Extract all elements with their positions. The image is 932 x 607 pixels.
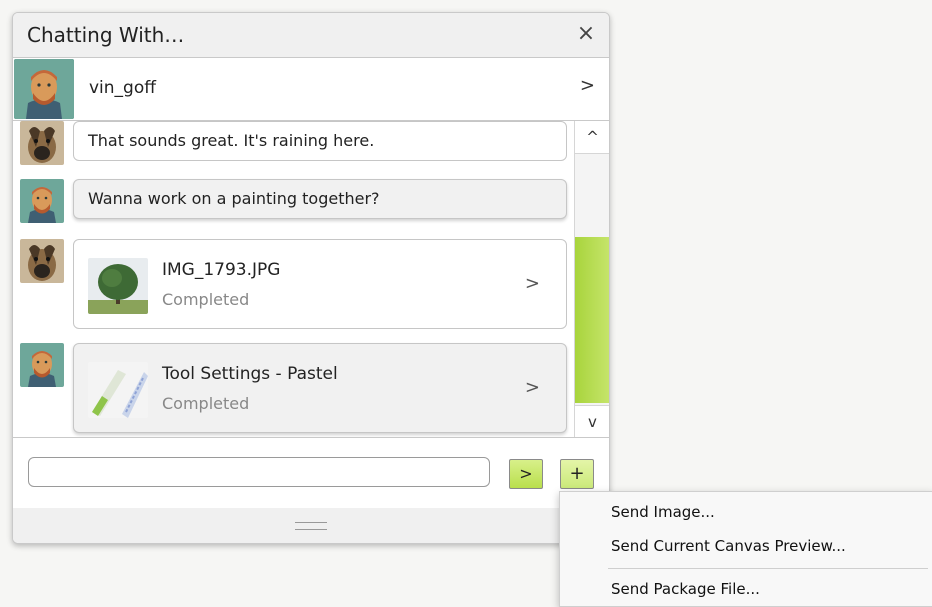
grip-icon [295, 522, 327, 530]
send-button[interactable]: > [509, 459, 543, 489]
scroll-down-button[interactable]: v [575, 405, 609, 438]
resize-grip[interactable] [13, 508, 609, 543]
message-text: That sounds great. It's raining here. [88, 131, 375, 150]
message-bubble[interactable]: Wanna work on a painting together? [73, 179, 567, 219]
menu-item-send-package-file[interactable]: Send Package File... [611, 580, 760, 598]
avatar [20, 179, 64, 223]
menu-separator [608, 568, 928, 569]
title-bar[interactable]: Chatting With… × [13, 13, 609, 58]
scroll-up-button[interactable]: ^ [575, 121, 609, 154]
file-status: Completed [162, 394, 250, 413]
pastel-tool-icon [88, 362, 148, 418]
file-transfer-card[interactable]: Tool Settings - Pastel Completed > [73, 343, 567, 433]
file-name: Tool Settings - Pastel [162, 364, 338, 384]
message-list[interactable]: That sounds great. It's raining here. Wa… [13, 121, 609, 437]
message-input[interactable] [28, 457, 490, 487]
vertical-scrollbar[interactable]: ^ v [574, 121, 609, 438]
avatar [20, 239, 64, 283]
chevron-right-icon[interactable]: > [525, 377, 540, 398]
chevron-right-icon[interactable]: > [525, 273, 540, 294]
contact-row[interactable]: vin_goff > [13, 58, 609, 121]
scrollbar-thumb[interactable] [575, 237, 609, 403]
avatar [20, 343, 64, 387]
menu-item-send-canvas-preview[interactable]: Send Current Canvas Preview... [611, 537, 846, 555]
message-text: Wanna work on a painting together? [88, 189, 380, 208]
window-title: Chatting With… [27, 23, 185, 47]
message-bubble[interactable]: That sounds great. It's raining here. [73, 121, 567, 161]
image-thumbnail [88, 258, 148, 314]
composer: > + [13, 437, 609, 509]
file-name: IMG_1793.JPG [162, 260, 281, 280]
attach-context-menu: Send Image... Send Current Canvas Previe… [559, 491, 932, 607]
contact-name: vin_goff [89, 78, 156, 98]
menu-item-send-image[interactable]: Send Image... [611, 503, 715, 521]
attach-plus-button[interactable]: + [560, 459, 594, 489]
file-transfer-card[interactable]: IMG_1793.JPG Completed > [73, 239, 567, 329]
chevron-right-icon[interactable]: > [580, 75, 595, 96]
close-icon[interactable]: × [573, 21, 599, 47]
file-status: Completed [162, 290, 250, 309]
avatar [20, 121, 64, 165]
chat-panel: Chatting With… × vin_goff > That sounds … [12, 12, 610, 544]
avatar [14, 59, 74, 119]
